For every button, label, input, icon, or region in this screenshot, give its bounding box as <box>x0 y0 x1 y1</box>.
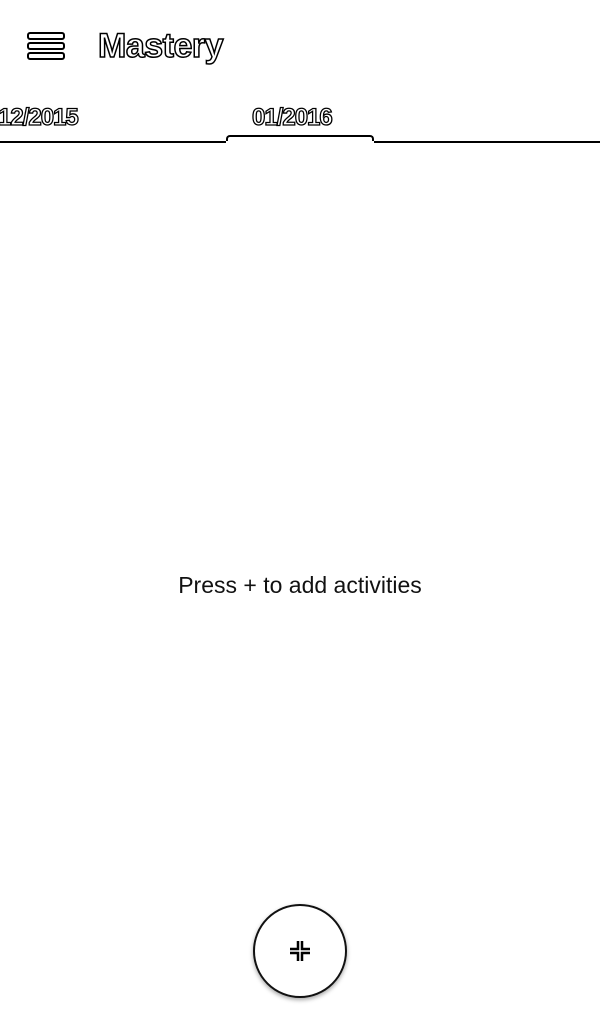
menu-button[interactable] <box>22 24 70 68</box>
tab-previous-month[interactable]: 12/2015 <box>0 102 79 134</box>
add-icon <box>290 941 310 961</box>
app-title: Mastery <box>97 26 224 66</box>
tab-divider-right <box>372 141 600 143</box>
app-toolbar: Mastery <box>0 0 600 92</box>
empty-state-message: Press + to add activities <box>178 572 422 598</box>
hamburger-menu-icon <box>27 32 65 60</box>
month-tabs: 12/2015 01/2016 <box>0 96 600 146</box>
tab-divider-left <box>0 141 228 143</box>
tab-current-month[interactable]: 01/2016 <box>251 102 333 134</box>
selected-tab-indicator-gap <box>226 141 374 143</box>
add-activity-button[interactable] <box>253 904 347 998</box>
